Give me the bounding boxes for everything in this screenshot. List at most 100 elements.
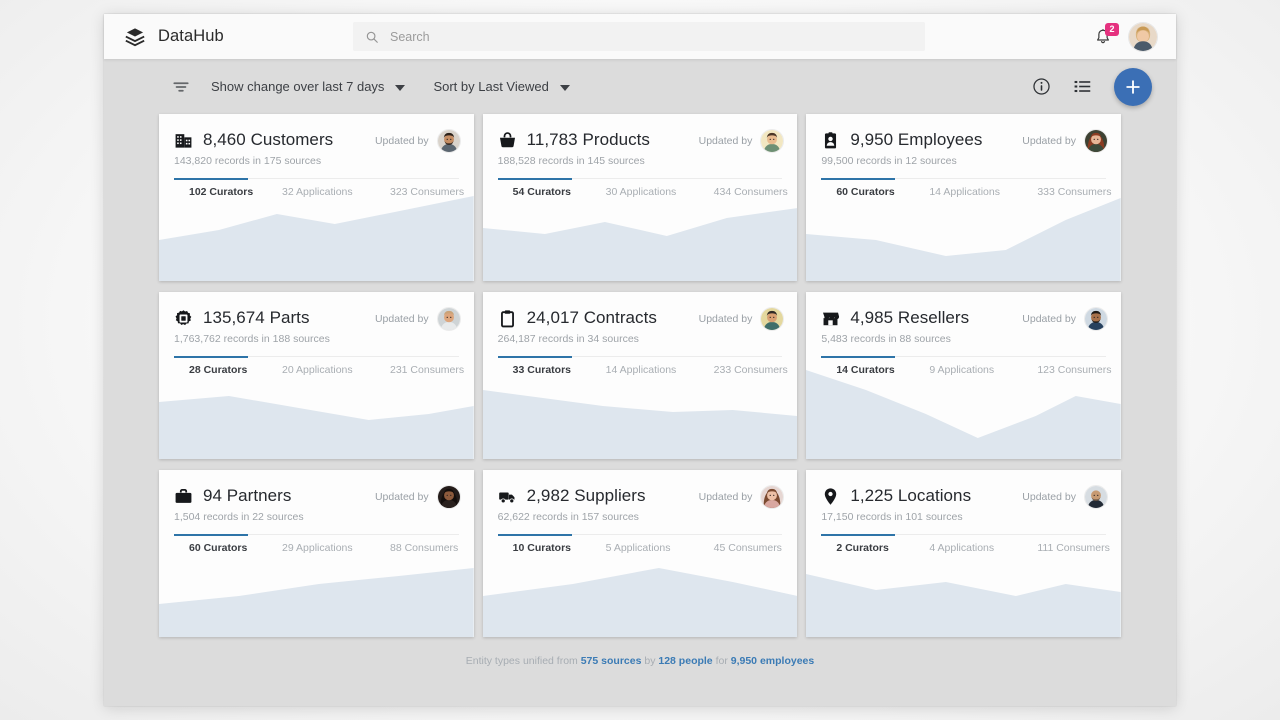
card-tab-0[interactable]: 33 Curators bbox=[497, 356, 606, 383]
search-input[interactable] bbox=[390, 29, 913, 44]
list-view-button[interactable] bbox=[1073, 77, 1092, 96]
avatar[interactable] bbox=[436, 485, 461, 509]
card-tab-1[interactable]: 9 Applications bbox=[929, 357, 1037, 383]
card-tab-2[interactable]: 323 Consumers bbox=[390, 179, 474, 205]
avatar[interactable] bbox=[1083, 485, 1108, 509]
footer-people-link[interactable]: 128 people bbox=[658, 655, 712, 667]
office-building-icon bbox=[175, 133, 192, 148]
entity-card[interactable]: 8,460 Customers 143,820 records in 175 so… bbox=[159, 114, 474, 281]
card-tab-0[interactable]: 60 Curators bbox=[174, 534, 282, 561]
card-tabs: 102 Curators 32 Applications 323 Consumers bbox=[174, 178, 464, 205]
avatar[interactable] bbox=[1083, 307, 1108, 331]
card-tabs: 54 Curators 30 Applications 434 Consumers bbox=[497, 178, 788, 205]
card-tab-1[interactable]: 30 Applications bbox=[606, 179, 714, 205]
card-tab-2[interactable]: 45 Consumers bbox=[714, 535, 798, 561]
notification-bell-button[interactable]: 2 bbox=[1094, 22, 1119, 47]
brand[interactable]: DataHub bbox=[104, 26, 224, 48]
avatar[interactable] bbox=[436, 129, 461, 153]
card-tab-1[interactable]: 20 Applications bbox=[282, 357, 390, 383]
card-tab-2[interactable]: 434 Consumers bbox=[714, 179, 798, 205]
card-header: 94 Partners 1,504 records in 22 sources Up… bbox=[159, 470, 474, 561]
entity-card[interactable]: 9,950 Employees 99,500 records in 12 sour… bbox=[806, 114, 1121, 281]
avatar[interactable] bbox=[760, 307, 785, 331]
card-subtitle: 1,504 records in 22 sources bbox=[174, 511, 304, 523]
card-title: 24,017 Contracts bbox=[526, 308, 657, 327]
card-tab-0[interactable]: 14 Curators bbox=[821, 356, 929, 383]
sort-dropdown[interactable]: Sort by Last Viewed bbox=[433, 79, 570, 94]
plus-icon bbox=[1126, 79, 1140, 94]
card-tab-2[interactable]: 231 Consumers bbox=[390, 357, 474, 383]
card-title: 9,950 Employees bbox=[850, 130, 983, 149]
avatar[interactable] bbox=[1128, 21, 1158, 52]
card-header: 4,985 Resellers 5,483 records in 88 sourc… bbox=[806, 292, 1121, 383]
avatar-image bbox=[437, 130, 460, 152]
card-tabs: 2 Curators 4 Applications 111 Consumers bbox=[821, 534, 1110, 561]
avatar-image bbox=[761, 130, 784, 152]
card-tab-1[interactable]: 4 Applications bbox=[929, 535, 1037, 561]
card-tab-2[interactable]: 333 Consumers bbox=[1037, 179, 1121, 205]
card-tab-1[interactable]: 32 Applications bbox=[282, 179, 390, 205]
updated-by-label: Updated by bbox=[698, 491, 753, 503]
card-header: 11,783 Products 188,528 records in 145 so… bbox=[483, 114, 798, 205]
info-button[interactable] bbox=[1032, 77, 1051, 96]
entity-card[interactable]: 2,982 Suppliers 62,622 records in 157 sou… bbox=[482, 470, 798, 637]
toolbar: Show change over last 7 days Sort by Las… bbox=[104, 59, 1176, 114]
avatar[interactable] bbox=[760, 485, 785, 509]
brand-name: DataHub bbox=[158, 27, 224, 45]
card-subtitle: 5,483 records in 88 sources bbox=[821, 333, 951, 345]
entity-card[interactable]: 24,017 Contracts 264,187 records in 34 so… bbox=[482, 292, 798, 459]
card-tab-1[interactable]: 29 Applications bbox=[282, 535, 390, 561]
entity-card[interactable]: 4,985 Resellers 5,483 records in 88 sourc… bbox=[806, 292, 1121, 459]
card-tab-0[interactable]: 2 Curators bbox=[821, 534, 929, 561]
card-tabs: 60 Curators 29 Applications 88 Consumers bbox=[174, 534, 459, 561]
card-tab-2[interactable]: 88 Consumers bbox=[390, 535, 474, 561]
card-tab-0[interactable]: 28 Curators bbox=[174, 356, 282, 383]
toolbar-actions bbox=[1032, 59, 1152, 114]
footer-employees-link[interactable]: 9,950 employees bbox=[731, 655, 814, 667]
card-header: 2,982 Suppliers 62,622 records in 157 sou… bbox=[483, 470, 798, 561]
avatar[interactable] bbox=[760, 129, 785, 153]
card-tab-0[interactable]: 102 Curators bbox=[174, 178, 282, 205]
card-tab-0[interactable]: 54 Curators bbox=[497, 178, 606, 205]
storefront-icon bbox=[823, 312, 840, 325]
entity-card[interactable]: 11,783 Products 188,528 records in 145 so… bbox=[482, 114, 798, 281]
clipboard-icon bbox=[500, 309, 514, 327]
employee-badge-icon bbox=[825, 131, 837, 148]
add-button[interactable] bbox=[1114, 67, 1152, 106]
card-tab-1[interactable]: 14 Applications bbox=[606, 357, 714, 383]
search-icon bbox=[366, 31, 378, 43]
card-tab-0[interactable]: 60 Curators bbox=[821, 178, 929, 205]
updated-by: Updated by bbox=[1022, 307, 1108, 331]
avatar[interactable] bbox=[436, 307, 461, 331]
card-header: 9,950 Employees 99,500 records in 12 sour… bbox=[806, 114, 1121, 205]
entity-card[interactable]: 135,674 Parts 1,763,762 records in 188 so… bbox=[159, 292, 474, 459]
briefcase-icon bbox=[175, 488, 192, 503]
change-period-label: Show change over last 7 days bbox=[211, 79, 385, 94]
card-tab-2[interactable]: 233 Consumers bbox=[714, 357, 798, 383]
card-tab-1[interactable]: 14 Applications bbox=[929, 179, 1037, 205]
avatar-image bbox=[1084, 308, 1107, 330]
card-tab-2[interactable]: 123 Consumers bbox=[1037, 357, 1121, 383]
card-tab-1[interactable]: 5 Applications bbox=[606, 535, 714, 561]
card-tab-0[interactable]: 10 Curators bbox=[497, 534, 606, 561]
updated-by: Updated by bbox=[699, 129, 785, 153]
chevron-down-icon bbox=[395, 84, 406, 91]
notification-badge: 2 bbox=[1105, 22, 1119, 36]
card-tab-2[interactable]: 111 Consumers bbox=[1037, 535, 1121, 561]
updated-by-label: Updated by bbox=[698, 135, 753, 147]
footer-sources-link[interactable]: 575 sources bbox=[581, 655, 642, 667]
footer-mid1: by bbox=[641, 655, 659, 667]
chevron-down-icon bbox=[559, 84, 570, 91]
updated-by-label: Updated by bbox=[1022, 135, 1076, 147]
avatar[interactable] bbox=[1083, 129, 1108, 153]
app-header: DataHub 2 bbox=[104, 14, 1176, 59]
updated-by: Updated by bbox=[1022, 129, 1108, 153]
search-box[interactable] bbox=[353, 22, 925, 51]
entity-card[interactable]: 94 Partners 1,504 records in 22 sources Up… bbox=[159, 470, 474, 637]
change-period-dropdown[interactable]: Show change over last 7 days bbox=[211, 79, 406, 94]
truck-icon bbox=[498, 492, 515, 503]
filter-icon[interactable] bbox=[172, 78, 190, 96]
entity-card[interactable]: 1,225 Locations 17,150 records in 101 sou… bbox=[806, 470, 1121, 637]
updated-by-label: Updated by bbox=[1022, 313, 1076, 325]
updated-by: Updated by bbox=[1022, 485, 1108, 509]
